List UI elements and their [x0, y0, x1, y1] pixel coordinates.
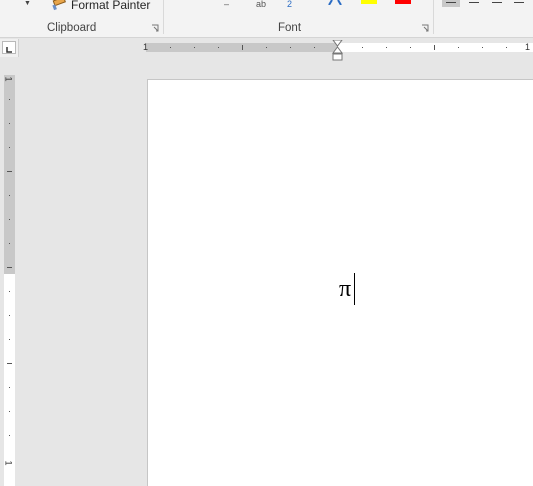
align-left-button[interactable]: [442, 0, 460, 7]
ruler-tick: [410, 47, 411, 48]
ruler-tick: [9, 243, 10, 244]
ruler-tick: [9, 435, 10, 436]
ruler-tick: [314, 47, 315, 48]
clipboard-dialog-launcher-icon[interactable]: [151, 24, 160, 33]
ruler-number: 1: [3, 460, 14, 466]
ruler-tick: [266, 47, 267, 48]
ruler-tick: [9, 291, 10, 292]
format-painter-icon[interactable]: [51, 0, 67, 11]
ruler-tick: [482, 47, 483, 48]
align-left-icon: [446, 2, 456, 3]
format-painter-button[interactable]: Format Painter: [71, 0, 150, 12]
ruler-tick: [7, 171, 12, 172]
align-center-button[interactable]: [465, 0, 483, 7]
ruler-tick: [242, 45, 243, 50]
ruler-tick: [9, 387, 10, 388]
ribbon-separator: [163, 0, 164, 34]
align-right-icon: [492, 2, 502, 3]
vertical-ruler-ticks: [7, 99, 12, 436]
ruler-tick: [7, 267, 12, 268]
ruler-tick: [9, 195, 10, 196]
align-right-button[interactable]: [488, 0, 506, 7]
ruler-tick: [9, 339, 10, 340]
ribbon-separator: [433, 0, 434, 34]
ruler-tick: [218, 47, 219, 48]
ruler-tick: [9, 99, 10, 100]
tab-selector-button[interactable]: [2, 41, 16, 54]
ruler-tick: [386, 47, 387, 48]
text-cursor: [354, 273, 355, 305]
font-size-decrease-icon[interactable]: –: [224, 0, 229, 9]
ruler-tick: [194, 47, 195, 48]
ruler-tick: [434, 45, 435, 50]
ribbon: ▼ Format Painter Clipboard – ab 2 Font: [0, 0, 533, 38]
strikethrough-icon[interactable]: ab: [256, 0, 266, 9]
ruler-number: 1: [143, 42, 149, 52]
ruler-tick: [9, 315, 10, 316]
justify-button[interactable]: [510, 0, 528, 7]
justify-icon: [514, 2, 524, 3]
ruler-tick: [7, 363, 12, 364]
ruler-tick: [9, 219, 10, 220]
ruler-tick: [9, 147, 10, 148]
left-tab-icon: [6, 47, 12, 53]
ruler-tick: [362, 47, 363, 48]
align-center-icon: [469, 2, 479, 3]
document-text[interactable]: π: [339, 276, 351, 303]
document-page[interactable]: π: [147, 79, 533, 486]
ruler-tick: [458, 47, 459, 48]
ruler-tick: [290, 47, 291, 48]
clipboard-group-label: Clipboard: [47, 22, 97, 34]
ruler-tick: [170, 47, 171, 48]
font-color-swatch[interactable]: [395, 0, 411, 4]
font-dialog-launcher-icon[interactable]: [421, 24, 430, 33]
ruler-tick: [9, 123, 10, 124]
paste-dropdown-arrow-icon[interactable]: ▼: [24, 0, 31, 7]
ruler-number: 1: [3, 76, 14, 82]
ruler-tick: [506, 47, 507, 48]
text-effects-icon[interactable]: [328, 0, 342, 5]
subscript-icon[interactable]: 2: [287, 0, 292, 9]
highlight-color-swatch[interactable]: [361, 0, 377, 4]
indent-marker-icon[interactable]: [332, 40, 343, 62]
ruler-tick: [9, 411, 10, 412]
font-group-label: Font: [278, 22, 302, 34]
ruler-number: 1: [525, 42, 531, 52]
